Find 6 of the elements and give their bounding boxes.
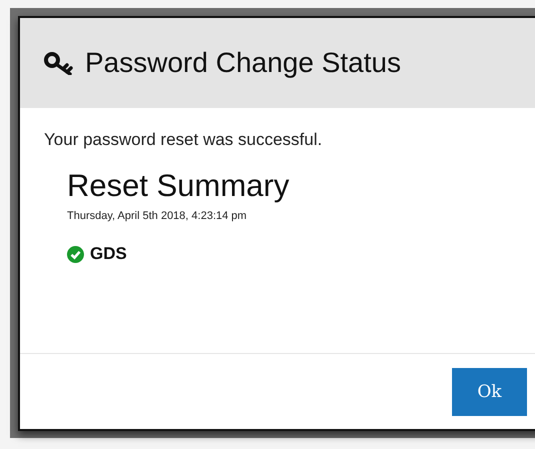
ok-button[interactable]: Ok	[452, 368, 527, 416]
timestamp: Thursday, April 5th 2018, 4:23:14 pm	[67, 210, 248, 222]
dialog-title: Password Change Status	[85, 47, 401, 79]
summary-heading: Reset Summary	[67, 168, 290, 204]
system-name: GDS	[90, 244, 127, 264]
status-message: Your password reset was successful.	[44, 130, 324, 150]
